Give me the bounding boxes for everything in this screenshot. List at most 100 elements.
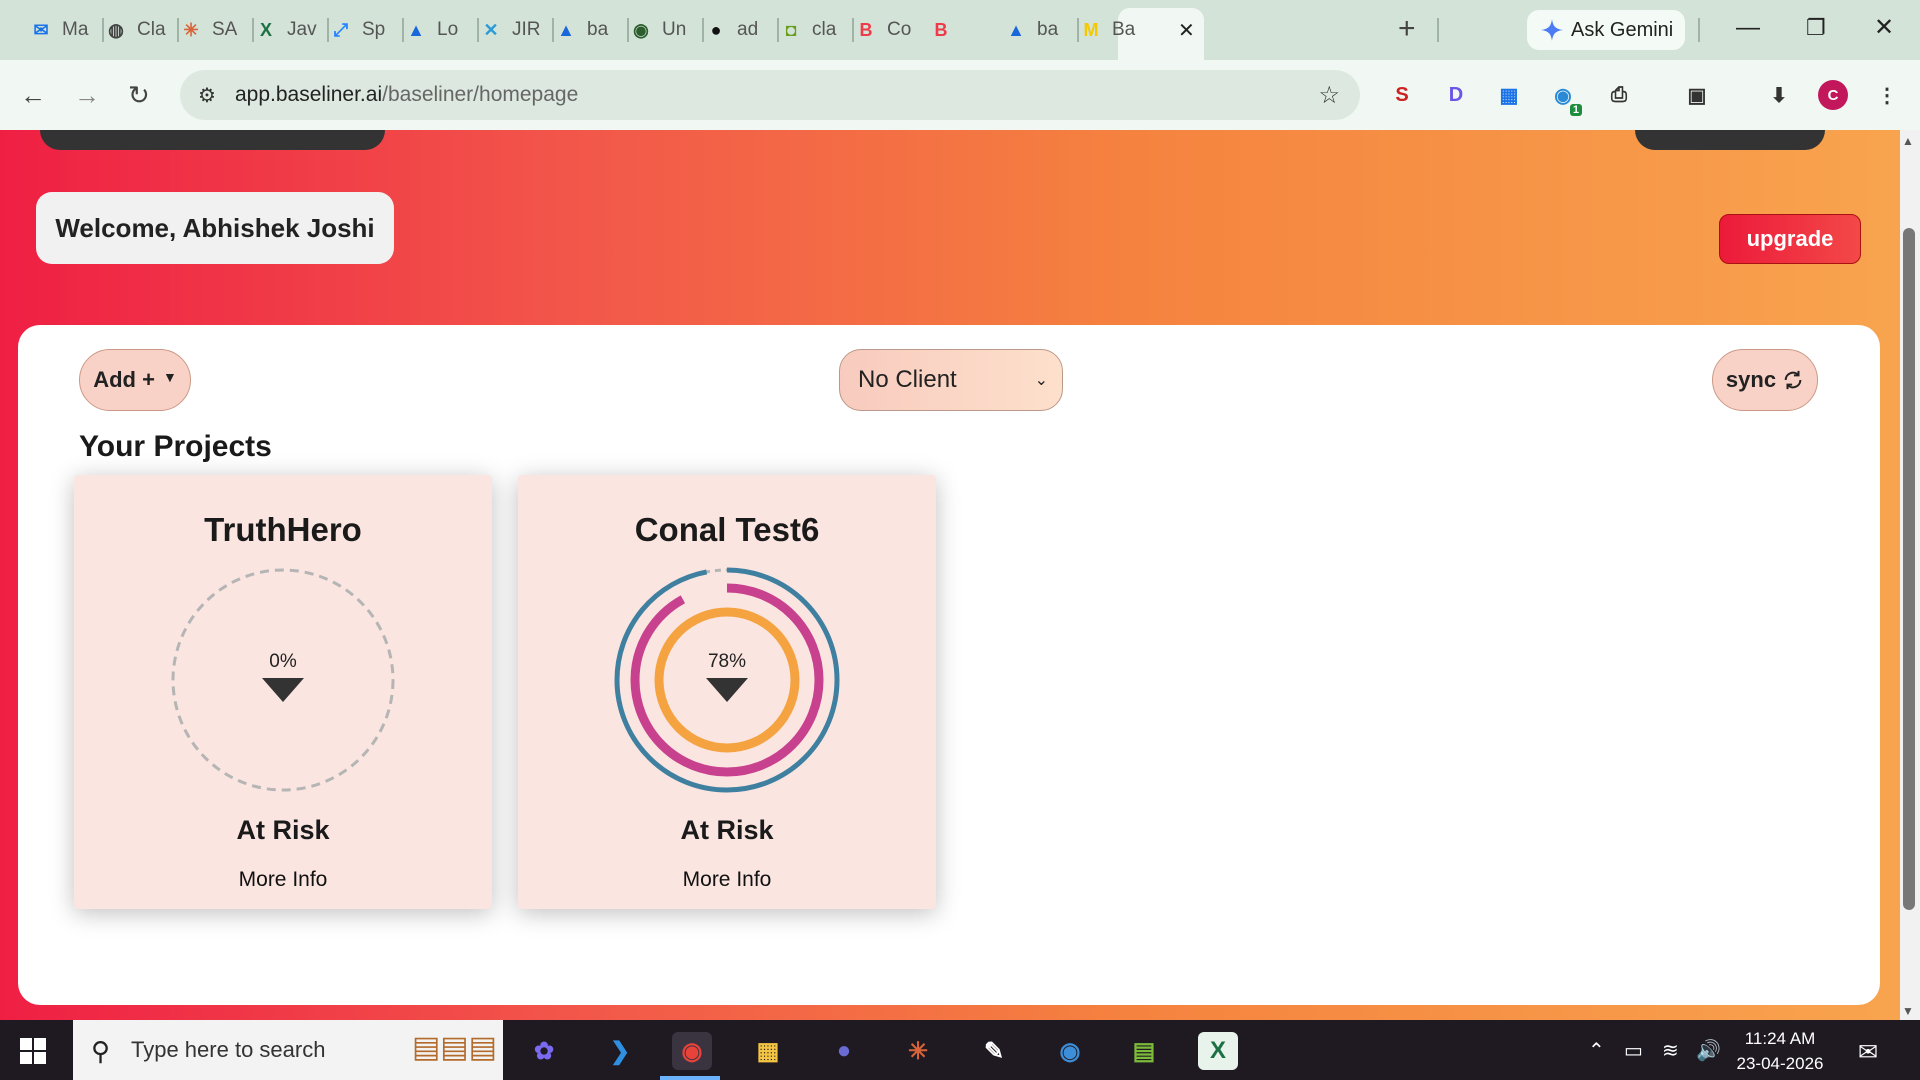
browser-tab[interactable]: ◘ cla bbox=[778, 12, 837, 48]
claude-icon: ✳ bbox=[183, 19, 199, 40]
wifi-icon[interactable]: ≋ bbox=[1662, 1038, 1679, 1063]
battery-icon[interactable]: ▭ bbox=[1624, 1038, 1643, 1063]
welcome-banner: Welcome, Abhishek Joshi bbox=[36, 192, 394, 264]
browser-tab-label: ad bbox=[737, 19, 759, 40]
vscode-icon[interactable]: ❯ bbox=[600, 1032, 640, 1070]
profile-avatar[interactable]: C bbox=[1818, 80, 1848, 110]
excel-icon: X bbox=[259, 19, 272, 40]
address-bar[interactable]: ⚙ app.baseliner.ai/baseliner/homepage ☆ bbox=[180, 70, 1360, 120]
project-percent: 0% bbox=[269, 651, 297, 672]
sync-button[interactable]: sync bbox=[1712, 349, 1818, 411]
chevron-down-icon: ⌄ bbox=[1034, 372, 1048, 389]
browser-tab[interactable]: ● ad bbox=[703, 12, 759, 48]
tab-search-icon[interactable]: ▣ bbox=[1682, 80, 1712, 110]
show-hidden-icons[interactable]: ⌃ bbox=[1588, 1038, 1605, 1063]
add-button[interactable]: Add + ▼ bbox=[79, 349, 191, 411]
search-icon: ⚲ bbox=[91, 1036, 111, 1066]
atlassian-icon: ▲ bbox=[557, 19, 575, 40]
volume-icon[interactable]: 🔊 bbox=[1696, 1038, 1721, 1063]
bookmark-star-icon[interactable]: ☆ bbox=[1318, 81, 1340, 110]
scroll-up-arrow[interactable]: ▲ bbox=[1902, 134, 1914, 148]
browser-tab-label: Lo bbox=[437, 19, 459, 40]
browser-tab[interactable]: ▲ Lo bbox=[403, 12, 458, 48]
teams-icon[interactable]: ● bbox=[824, 1032, 864, 1070]
browser-tab[interactable]: X Jav bbox=[253, 12, 317, 48]
back-button[interactable]: ← bbox=[20, 82, 46, 108]
globe-extension-icon[interactable]: ◉ 1 bbox=[1548, 80, 1582, 116]
browser-tab[interactable]: ⤢ Sp bbox=[328, 12, 385, 48]
section-title: Your Projects bbox=[79, 430, 272, 463]
projects-panel: Add + ▼ No Client ⌄ sync Your Projects T… bbox=[18, 325, 1880, 1005]
tab-close-button[interactable]: ✕ bbox=[1178, 12, 1195, 48]
chrome-icon[interactable]: ◉ bbox=[672, 1032, 712, 1070]
books-icon: ▤▤▤ bbox=[411, 1031, 497, 1064]
browser-tab[interactable]: ✳ SA bbox=[178, 12, 237, 48]
caret-down-icon[interactable] bbox=[706, 678, 748, 702]
top-nav-pill-left[interactable] bbox=[40, 130, 385, 150]
globe-icon: ◍ bbox=[108, 19, 124, 40]
project-status: At Risk bbox=[236, 815, 330, 845]
windows-start-icon[interactable] bbox=[20, 1038, 46, 1064]
window-close-button[interactable]: ✕ bbox=[1874, 14, 1894, 42]
extensions-puzzle-icon[interactable]: ⎙ bbox=[1604, 80, 1634, 110]
scroll-thumb[interactable] bbox=[1903, 228, 1915, 910]
client-select[interactable]: No Client ⌄ bbox=[839, 349, 1063, 411]
caret-down-icon[interactable] bbox=[262, 678, 304, 702]
browser-tab-label: Jav bbox=[287, 19, 317, 40]
pen-app-icon[interactable]: ✎ bbox=[974, 1032, 1014, 1070]
browser-menu-icon[interactable]: ⋮ bbox=[1872, 80, 1902, 110]
taskbar-search-box[interactable]: ⚲ Type here to search ▤▤▤ bbox=[73, 1020, 503, 1080]
browser-tab[interactable]: ◉ Un bbox=[628, 12, 686, 48]
d-extension-icon[interactable]: D bbox=[1441, 80, 1471, 110]
client-select-value: No Client bbox=[858, 366, 957, 393]
excel-icon[interactable]: X bbox=[1198, 1032, 1238, 1070]
upgrade-button[interactable]: upgrade bbox=[1719, 214, 1861, 264]
browser-tab-bar: ✉ Ma ◍ Cla ✳ SA X Jav ⤢ Sp ▲ Lo ✕ JIR ▲ ba ◉ Un ● ad ◘ cla B Co… bbox=[0, 0, 1920, 60]
scroll-down-arrow[interactable]: ▼ bbox=[1902, 1004, 1914, 1018]
forward-button[interactable]: → bbox=[74, 82, 100, 108]
browser-tab[interactable]: B Co bbox=[853, 12, 912, 48]
file-explorer-icon[interactable]: ▦ bbox=[748, 1032, 788, 1070]
site-settings-icon[interactable]: ⚙ bbox=[198, 83, 216, 108]
sync-button-label: sync bbox=[1725, 367, 1777, 392]
new-tab-button[interactable]: + bbox=[1398, 14, 1416, 44]
minimize-button[interactable]: — bbox=[1736, 14, 1760, 42]
reload-button[interactable]: ↻ bbox=[128, 82, 150, 108]
claude-icon[interactable]: ✳ bbox=[898, 1032, 938, 1070]
browser-tab[interactable]: ✉ Ma bbox=[28, 12, 88, 48]
project-name: Conal Test6 bbox=[634, 511, 820, 548]
extension-badge: 1 bbox=[1569, 104, 1582, 116]
ask-gemini-button[interactable]: Ask Gemini bbox=[1527, 10, 1685, 50]
more-info-link[interactable]: More Info bbox=[518, 868, 936, 892]
notepad-icon[interactable]: ▤ bbox=[1124, 1032, 1164, 1070]
url-path: /baseliner/homepage bbox=[382, 83, 579, 106]
copilot-icon[interactable]: ✿ bbox=[524, 1032, 564, 1070]
add-button-label: Add + bbox=[93, 367, 155, 392]
taskbar-clock[interactable]: 11:24 AM 23-04-2026 bbox=[1728, 1026, 1832, 1076]
browser-tab[interactable]: ✕ JIR bbox=[478, 12, 540, 48]
browser-tab[interactable]: ▲ ba bbox=[1003, 12, 1058, 48]
browser-tab[interactable]: ◍ Cla bbox=[103, 12, 165, 48]
project-card-truthhero[interactable]: TruthHero 0% At Risk More Info bbox=[74, 475, 492, 909]
chrome-profile-icon[interactable]: ◉ bbox=[1050, 1032, 1090, 1070]
caret-down-icon: ▼ bbox=[162, 369, 177, 385]
project-card-conal-test6[interactable]: Conal Test6 78% At Risk More Info bbox=[518, 475, 936, 909]
more-info-link[interactable]: More Info bbox=[74, 868, 492, 892]
browser-tab-label: Ba bbox=[1112, 19, 1136, 40]
notifications-icon[interactable]: ✉ bbox=[1858, 1038, 1878, 1067]
browser-tab[interactable]: M Ba bbox=[1078, 12, 1136, 48]
url-text: app.baseliner.ai/baseliner/homepage bbox=[235, 83, 578, 107]
jira-icon: ⤢ bbox=[333, 19, 349, 40]
downloads-icon[interactable]: ⬇ bbox=[1764, 80, 1794, 110]
calculator-extension-icon[interactable]: ▦ bbox=[1494, 80, 1524, 110]
browser-tab[interactable]: B bbox=[928, 12, 954, 48]
jira-sprint-icon: ✕ bbox=[483, 19, 499, 40]
github-icon: ● bbox=[710, 19, 722, 40]
restore-button[interactable]: ❐ bbox=[1806, 14, 1826, 42]
atlassian-icon: ▲ bbox=[1007, 19, 1025, 40]
seo-extension-icon[interactable]: S bbox=[1387, 80, 1417, 110]
browser-tab[interactable]: ▲ ba bbox=[553, 12, 608, 48]
top-nav-pill-right[interactable] bbox=[1635, 130, 1825, 150]
taskbar-search-placeholder: Type here to search bbox=[131, 1037, 326, 1062]
close-icon[interactable]: ✕ bbox=[1178, 18, 1195, 43]
